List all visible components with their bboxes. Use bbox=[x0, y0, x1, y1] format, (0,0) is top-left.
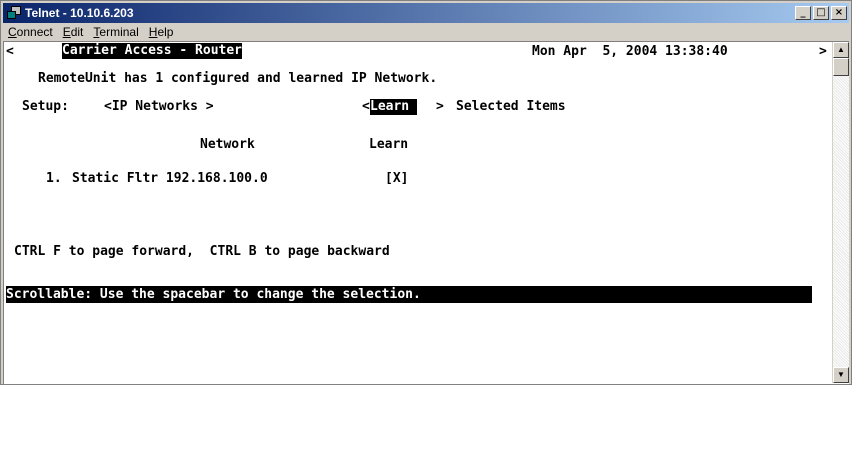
menu-edit[interactable]: Edit bbox=[58, 25, 89, 39]
maximize-button[interactable]: □ bbox=[813, 6, 829, 20]
row-index: 1. bbox=[46, 171, 62, 186]
header-right-arrow: > bbox=[819, 44, 827, 59]
minimize-button[interactable]: _ bbox=[795, 6, 811, 20]
menu-help[interactable]: Help bbox=[144, 25, 179, 39]
menu-terminal[interactable]: Terminal bbox=[88, 25, 143, 39]
row-network: Static Fltr 192.168.100.0 bbox=[72, 171, 268, 186]
terminal-screen[interactable]: < Carrier Access - Router Mon Apr 5, 200… bbox=[3, 41, 849, 384]
menu-connect[interactable]: Connect bbox=[3, 25, 58, 39]
header-title: Carrier Access - Router bbox=[62, 43, 243, 59]
title-bar[interactable]: Telnet - 10.10.6.203 _ □ × bbox=[3, 3, 849, 23]
setup-ip-networks-menu[interactable]: <IP Networks > bbox=[104, 98, 214, 116]
telnet-app-icon bbox=[7, 6, 21, 20]
close-button[interactable]: × bbox=[831, 6, 847, 20]
learn-open-bracket: < bbox=[362, 99, 370, 114]
vertical-scrollbar[interactable]: ▲ ▼ bbox=[832, 42, 849, 383]
scroll-up-arrow-icon[interactable]: ▲ bbox=[833, 42, 849, 58]
telnet-window: Telnet - 10.10.6.203 _ □ × Connect Edit … bbox=[0, 0, 852, 385]
header-datetime: Mon Apr 5, 2004 13:38:40 bbox=[532, 44, 728, 59]
footer-hint-bar: Scrollable: Use the spacebar to change t… bbox=[6, 286, 812, 303]
column-header-learn: Learn bbox=[369, 137, 409, 152]
paging-hint: CTRL F to page forward, CTRL B to page b… bbox=[14, 244, 390, 259]
terminal-text-area: < Carrier Access - Router Mon Apr 5, 200… bbox=[4, 42, 832, 383]
setup-label: Setup: bbox=[22, 99, 69, 114]
header-left-arrow: < bbox=[6, 44, 14, 59]
column-header-network: Network bbox=[200, 137, 255, 152]
scroll-down-arrow-icon[interactable]: ▼ bbox=[833, 367, 849, 383]
selected-items-label: Selected Items bbox=[456, 99, 566, 114]
row-learn-checkbox[interactable]: [X] bbox=[385, 170, 408, 188]
window-title: Telnet - 10.10.6.203 bbox=[25, 6, 134, 20]
learn-option-selected[interactable]: Learn bbox=[370, 99, 417, 115]
scroll-thumb[interactable] bbox=[833, 58, 849, 76]
learn-close-bracket: > bbox=[436, 99, 444, 114]
status-message: RemoteUnit has 1 configured and learned … bbox=[38, 71, 438, 86]
menu-bar: Connect Edit Terminal Help bbox=[3, 23, 849, 41]
